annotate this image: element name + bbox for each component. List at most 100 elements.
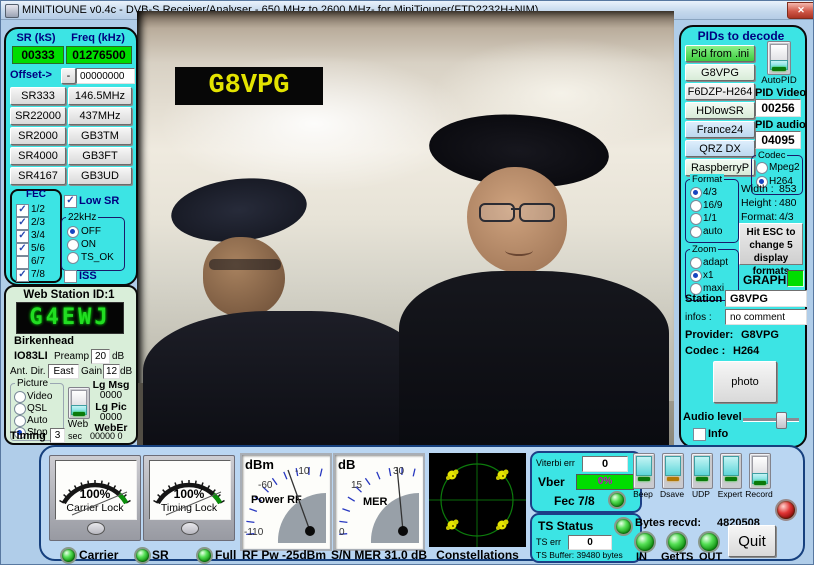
codec-group-label: Codec [756,150,787,161]
close-icon[interactable]: ✕ [787,2,814,19]
gain-input[interactable]: 12 [103,364,120,379]
beep-switch[interactable] [633,453,655,489]
zoom-x1-radio[interactable] [690,270,702,282]
tone-tsok-radio[interactable] [67,252,79,264]
picture-qsl-label: QSL [27,403,47,414]
preset-gb3ud-button[interactable]: GB3UD [68,167,132,185]
preset-gb3tm-button[interactable]: GB3TM [68,127,132,145]
preset-sr2000-button[interactable]: SR2000 [10,127,66,145]
ant-dir-input[interactable]: East [48,364,79,379]
infos-label: infos : [685,312,712,323]
fec-7-8-label: 7/8 [31,269,45,280]
autopid-switch[interactable] [767,41,791,75]
preset-sr333-button[interactable]: SR333 [10,87,66,105]
fec-group-label: FEC [12,189,60,200]
provider-label: Provider: [685,329,733,341]
esc-note-line1: Hit ESC to [740,226,802,239]
pid-france24-button[interactable]: France24 [685,121,755,138]
format-auto-radio[interactable] [690,226,702,238]
station-input[interactable]: G8VPG [725,290,807,307]
zoom-group-label: Zoom [690,244,718,255]
preset-gb3ft-button[interactable]: GB3FT [68,147,132,165]
udp-switch[interactable] [691,453,713,489]
mer-reading: S/N MER 31.0 dB [331,548,427,562]
audio-level-slider-thumb[interactable] [776,412,787,429]
codec-mpeg2-radio[interactable] [756,162,768,174]
format-auto-label: auto [703,226,722,237]
info-checkbox[interactable] [693,428,706,441]
pid-video-input[interactable]: 00256 [755,99,801,117]
quit-button[interactable]: Quit [728,525,776,557]
pid-from-ini-button[interactable]: Pid from .ini [685,45,755,62]
mer-tick-mid: 15 [351,480,363,491]
fec-2-3-label: 2/3 [31,217,45,228]
info-label: Info [708,428,728,440]
getts-led-label: GetTS [661,551,693,563]
fec-6-7-checkbox[interactable] [16,256,29,269]
pid-audio-input[interactable]: 04095 [755,131,801,149]
preamp-unit: dB [112,351,124,362]
right-person-body [399,271,669,445]
format-1-1-radio[interactable] [690,213,702,225]
fec-3-4-checkbox[interactable] [16,230,29,243]
format-4-3-radio[interactable] [690,187,702,199]
format-1-1-label: 1/1 [703,213,717,224]
app-icon [5,4,19,18]
offset-input[interactable]: 00000000 [76,68,135,84]
graph-indicator[interactable] [787,270,804,287]
format-4-3-label: 4/3 [703,187,717,198]
preset-146mhz-button[interactable]: 146.5MHz [68,87,132,105]
picture-video-radio[interactable] [14,391,26,403]
in-led [634,531,656,553]
preset-sr22000-button[interactable]: SR22000 [10,107,66,125]
video-display[interactable]: G8VPG [137,11,674,445]
fec-7-8-checkbox[interactable] [16,269,29,282]
meter-adjuster[interactable] [87,522,105,535]
timing-input[interactable]: 3 [50,428,65,443]
video-callsign-overlay: G8VPG [175,67,323,105]
tone-on-radio[interactable] [67,239,79,251]
preset-437mhz-button[interactable]: 437MHz [68,107,132,125]
gain-unit: dB [120,366,132,377]
station-label: Station [685,293,722,305]
meter-adjuster[interactable] [181,522,199,535]
carrier-lock-meter-svg: 100% Carrier Lock [56,461,134,517]
preset-sr4000-button[interactable]: SR4000 [10,147,66,165]
preset-sr4167-button[interactable]: SR4167 [10,167,66,185]
format-16-9-label: 16/9 [703,200,722,211]
offset-minus-button[interactable]: - [61,68,76,84]
fec-5-6-checkbox[interactable] [16,243,29,256]
fec-2-3-checkbox[interactable] [16,217,29,230]
audio-level-slider-track[interactable] [743,418,799,422]
constellation-svg [429,453,526,547]
pid-g8vpg-button[interactable]: G8VPG [685,64,755,81]
pid-f6dzp-button[interactable]: F6DZP-H264 [685,83,755,100]
picture-auto-radio[interactable] [14,415,26,427]
photo-button[interactable]: photo [713,361,777,403]
ts-status-panel: TS Status TS err 0 TS Buffer: 39480 byte… [530,513,642,563]
rf-tick-low: -110 [244,527,264,538]
iss-checkbox[interactable] [64,270,77,283]
preamp-input[interactable]: 20 [91,349,110,364]
record-switch[interactable] [749,453,771,489]
zoom-adapt-radio[interactable] [690,257,702,269]
offset-label: Offset-> [10,69,52,81]
carrier-led [60,547,77,564]
pid-qrzdx-button[interactable]: QRZ DX [685,140,755,157]
dsave-switch[interactable] [662,453,684,489]
format-16-9-radio[interactable] [690,200,702,212]
full-led [196,547,213,564]
picture-qsl-radio[interactable] [14,403,26,415]
expert-switch[interactable] [720,453,742,489]
pid-audio-label: PID audio [755,119,806,131]
tone-off-radio[interactable] [67,226,79,238]
pid-hdlowsr-button[interactable]: HDlowSR [685,102,755,119]
timing-lock-meter-face: 100% Timing Lock [149,460,231,520]
web-switch[interactable] [68,387,90,419]
web-station-panel: Web Station ID:1 G4EWJ Birkenhead IO83LI… [4,285,138,445]
infos-input[interactable]: no comment [725,309,807,325]
minitioune-window: MINITIOUNE v0.4c - DVB-S Receiver/Analys… [0,0,814,565]
right-person-glasses-left-lens [479,203,515,222]
fec-1-2-checkbox[interactable] [16,204,29,217]
low-sr-checkbox[interactable] [64,195,77,208]
